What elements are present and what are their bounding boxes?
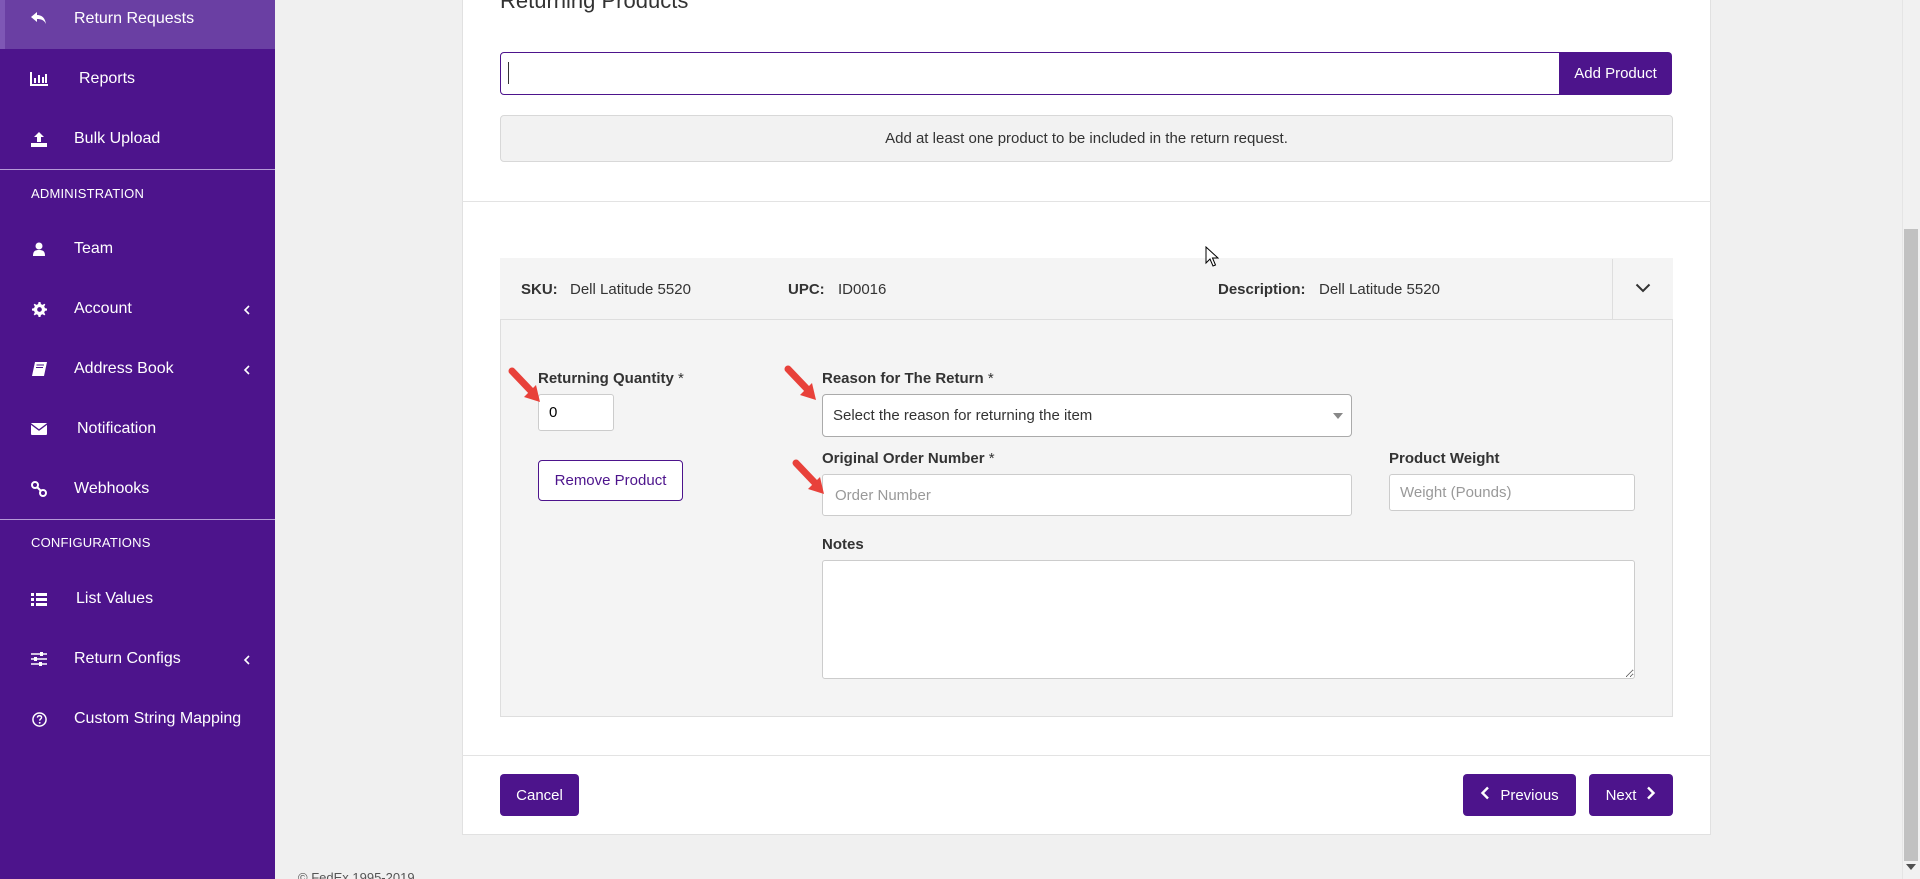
mouse-cursor-icon — [1205, 246, 1219, 267]
reply-icon — [30, 10, 48, 28]
reason-label: Reason for The Return * — [822, 370, 994, 387]
section-label-administration: ADMINISTRATION — [31, 186, 145, 201]
sidebar-item-return-requests[interactable]: Return Requests — [0, 0, 275, 49]
previous-button[interactable]: Previous — [1463, 774, 1576, 816]
cancel-button[interactable]: Cancel — [500, 774, 579, 816]
sidebar-item-label: Return Configs — [74, 650, 181, 667]
annotation-arrow-icon — [792, 459, 824, 494]
required-mark: * — [987, 370, 994, 387]
list-icon — [30, 590, 48, 608]
chevron-down-icon — [1635, 280, 1651, 298]
description-label: Description: — [1218, 281, 1306, 298]
sidebar-item-label: Webhooks — [74, 480, 150, 497]
upload-icon — [30, 130, 48, 148]
sidebar-item-label: Account — [74, 300, 132, 317]
sidebar-item-custom-string-mapping[interactable]: Custom String Mapping — [0, 689, 275, 749]
reason-select[interactable]: Select the reason for returning the item — [822, 394, 1352, 437]
sidebar-item-bulk-upload[interactable]: Bulk Upload — [0, 109, 275, 169]
sidebar-item-label: Bulk Upload — [74, 130, 161, 147]
chevron-left-icon — [241, 363, 253, 375]
sidebar-divider — [0, 169, 275, 170]
sidebar-item-label: Return Requests — [74, 10, 195, 27]
upc-label: UPC: — [788, 281, 825, 298]
book-icon — [30, 360, 48, 378]
sidebar-item-notification[interactable]: Notification — [0, 399, 275, 459]
product-weight-label: Product Weight — [1389, 450, 1500, 467]
next-button[interactable]: Next — [1589, 774, 1673, 816]
gear-icon — [30, 300, 48, 318]
quantity-label: Returning Quantity * — [538, 370, 684, 387]
chevron-left-icon — [241, 303, 253, 315]
sidebar-item-team[interactable]: Team — [0, 219, 275, 279]
dropdown-arrow-icon — [1333, 413, 1343, 419]
sidebar-item-label: Custom String Mapping — [74, 710, 242, 727]
question-circle-icon — [30, 710, 48, 728]
sliders-icon — [30, 650, 48, 668]
sku-value: Dell Latitude 5520 — [570, 281, 691, 298]
product-search-input[interactable] — [500, 52, 1560, 95]
bar-chart-icon — [30, 70, 48, 88]
next-button-label: Next — [1605, 786, 1637, 804]
section-label-configurations: CONFIGURATIONS — [31, 535, 151, 550]
section-divider — [462, 201, 1711, 202]
section-divider — [462, 755, 1711, 756]
scroll-down-arrow-icon[interactable] — [1906, 864, 1916, 870]
sidebar-item-label: Reports — [79, 70, 136, 87]
product-collapse-toggle[interactable] — [1612, 259, 1672, 319]
order-number-input[interactable] — [822, 474, 1352, 516]
envelope-icon — [30, 420, 48, 438]
annotation-arrow-icon — [508, 367, 540, 402]
upc-value: ID0016 — [838, 281, 887, 298]
scrollbar-thumb[interactable] — [1904, 229, 1918, 861]
order-number-label-text: Original Order Number — [822, 450, 985, 467]
sidebar-item-label: Notification — [77, 420, 157, 437]
sidebar-item-return-configs[interactable]: Return Configs — [0, 629, 275, 689]
sidebar-item-label: List Values — [76, 590, 154, 607]
reason-label-text: Reason for The Return — [822, 370, 984, 387]
chevron-left-icon — [1480, 786, 1490, 804]
chevron-right-icon — [1646, 786, 1656, 804]
section-title: Returning Products — [500, 0, 689, 13]
sidebar-item-reports[interactable]: Reports — [0, 49, 275, 109]
sidebar-item-account[interactable]: Account — [0, 279, 275, 339]
required-mark: * — [988, 450, 995, 467]
notes-label: Notes — [822, 536, 864, 553]
chevron-left-icon — [241, 653, 253, 665]
reason-select-value: Select the reason for returning the item — [833, 407, 1093, 424]
annotation-arrow-icon — [784, 365, 816, 400]
sidebar-item-webhooks[interactable]: Webhooks — [0, 459, 275, 519]
sidebar: Return Requests Reports Bulk Upload ADMI… — [0, 0, 275, 879]
sidebar-divider — [0, 519, 275, 520]
product-weight-input[interactable] — [1389, 474, 1635, 511]
footer-copyright: © FedEx 1995-2019 — [298, 870, 415, 879]
sidebar-item-address-book[interactable]: Address Book — [0, 339, 275, 399]
sidebar-item-label: Team — [74, 240, 114, 257]
description-value: Dell Latitude 5520 — [1319, 281, 1440, 298]
sidebar-item-label: Address Book — [74, 360, 174, 377]
required-mark: * — [678, 370, 684, 387]
webhook-icon — [30, 480, 48, 498]
notes-textarea[interactable] — [822, 560, 1635, 679]
add-product-button[interactable]: Add Product — [1559, 52, 1672, 95]
order-number-label: Original Order Number * — [822, 450, 995, 467]
info-message: Add at least one product to be included … — [500, 115, 1673, 162]
user-icon — [30, 240, 48, 258]
remove-product-button[interactable]: Remove Product — [538, 460, 683, 501]
text-caret — [508, 62, 509, 84]
previous-button-label: Previous — [1500, 786, 1559, 804]
sku-label: SKU: — [521, 281, 558, 298]
quantity-label-text: Returning Quantity — [538, 370, 674, 387]
sidebar-item-list-values[interactable]: List Values — [0, 569, 275, 629]
